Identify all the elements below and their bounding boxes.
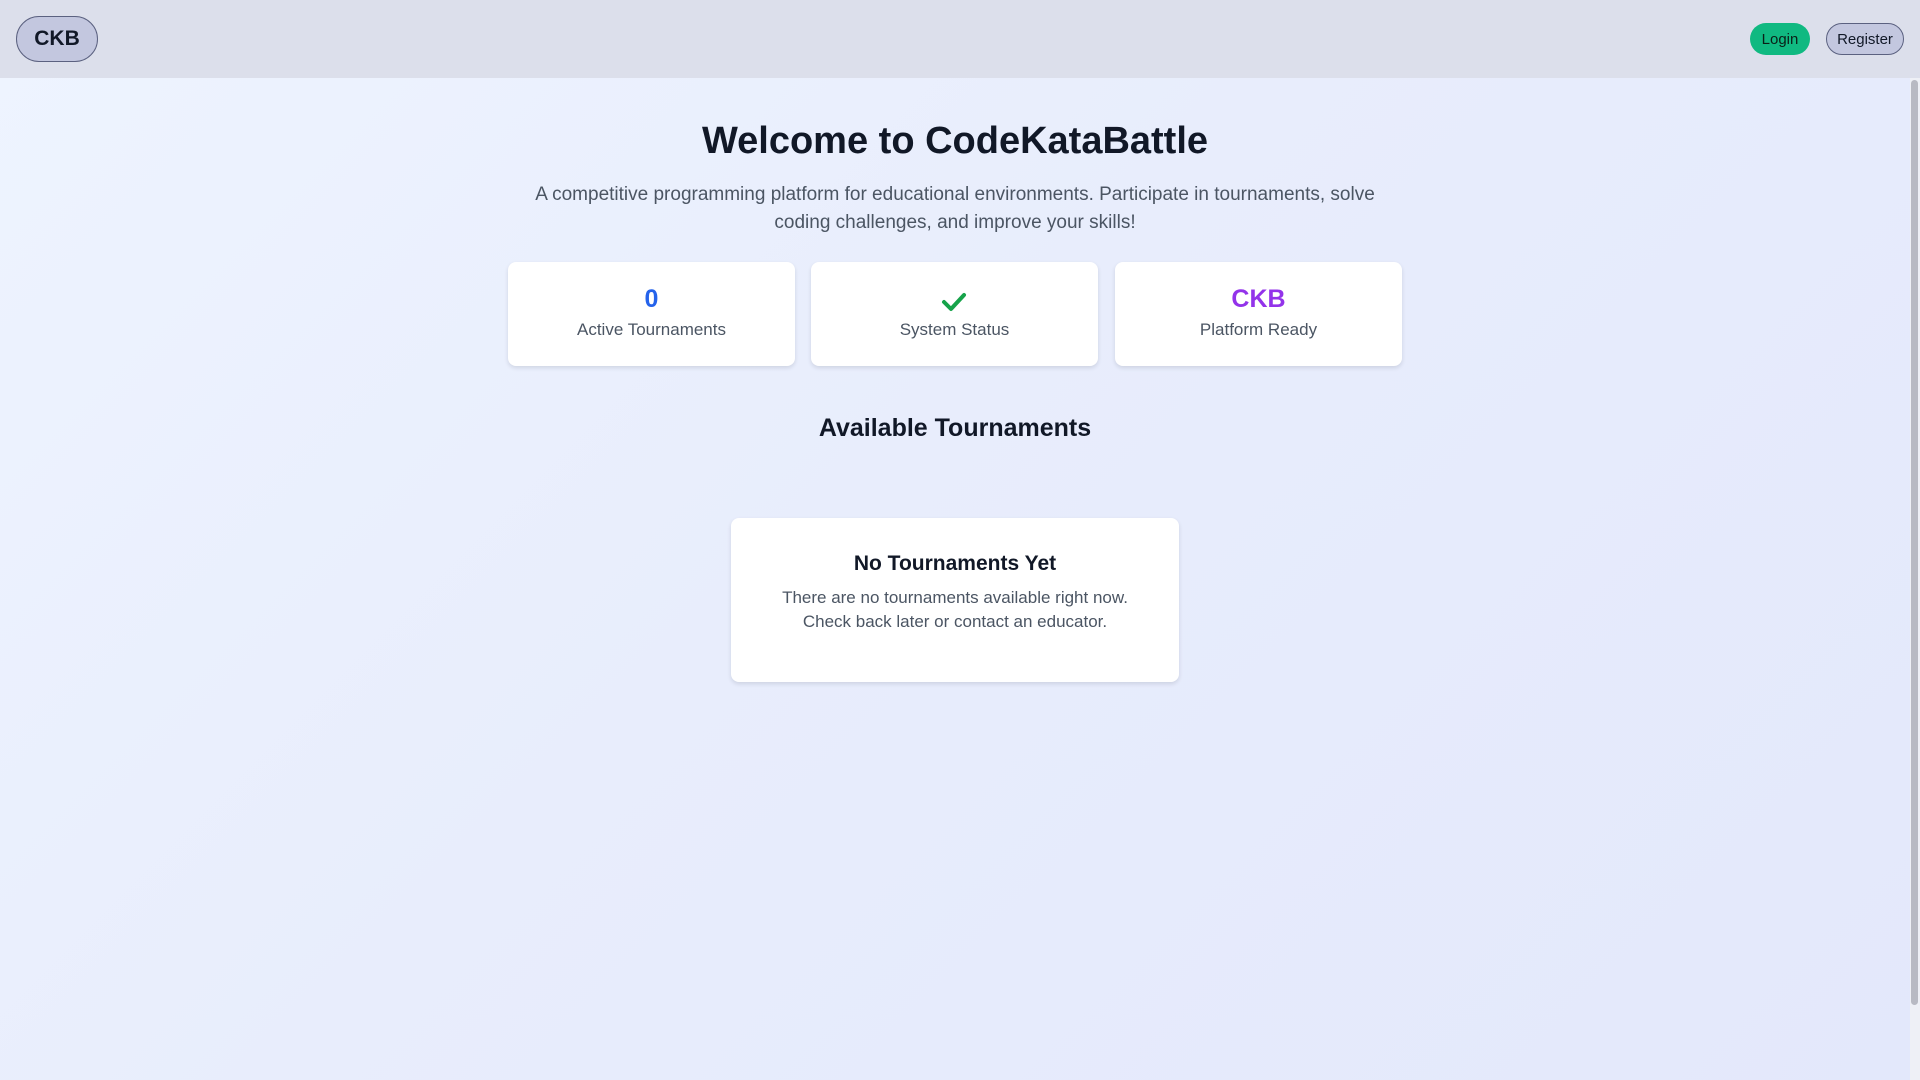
- stat-card-active-tournaments: 0 Active Tournaments: [508, 262, 795, 366]
- logo-home-button[interactable]: CKB: [16, 16, 98, 62]
- register-button[interactable]: Register: [1826, 23, 1904, 55]
- active-tournaments-label: Active Tournaments: [577, 320, 726, 339]
- platform-ready-label: Platform Ready: [1199, 320, 1318, 339]
- empty-state-title: No Tournaments Yet: [853, 552, 1057, 575]
- system-status-label: System Status: [899, 320, 1010, 339]
- platform-badge-value: CKB: [1231, 285, 1286, 313]
- available-tournaments-heading: Available Tournaments: [818, 414, 1092, 442]
- stat-card-system-status: System Status: [811, 262, 1098, 366]
- page-title: Welcome to CodeKataBattle: [701, 120, 1209, 162]
- scrollbar-thumb[interactable]: [1911, 80, 1918, 1005]
- top-navbar: CKB Login Register: [0, 0, 1920, 78]
- vertical-scrollbar[interactable]: [1910, 78, 1920, 1080]
- active-tournaments-count: 0: [644, 285, 659, 313]
- check-icon: [942, 293, 966, 311]
- empty-state-message: There are no tournaments available right…: [782, 588, 1128, 631]
- stat-card-platform-ready: CKB Platform Ready: [1115, 262, 1402, 366]
- empty-tournaments-card: No Tournaments Yet There are no tourname…: [731, 518, 1179, 682]
- page-subtitle: A competitive programming platform for e…: [535, 184, 1375, 233]
- login-button[interactable]: Login: [1750, 23, 1810, 55]
